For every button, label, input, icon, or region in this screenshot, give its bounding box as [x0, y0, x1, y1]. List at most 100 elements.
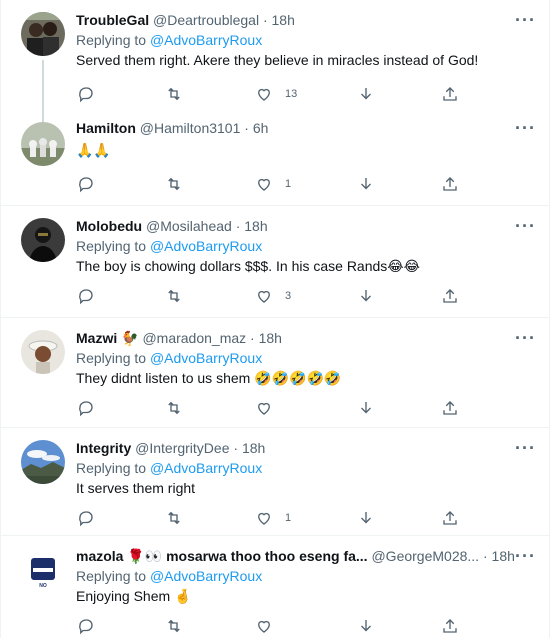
retweet-button[interactable] — [165, 286, 183, 306]
like-count: 3 — [285, 290, 292, 302]
download-button[interactable] — [357, 616, 375, 636]
avatar[interactable] — [21, 330, 65, 374]
display-name[interactable]: Hamilton — [76, 120, 136, 136]
separator-dot: · — [250, 330, 255, 346]
tweet[interactable]: NO mazola 🌹👀 mosarwa thoo thoo eseng fa.… — [1, 536, 549, 638]
reply-button[interactable] — [77, 286, 95, 306]
timestamp[interactable]: 18h — [492, 548, 515, 564]
display-name[interactable]: Mazwi — [76, 330, 117, 346]
separator-dot: · — [262, 12, 268, 28]
reply-icon — [79, 401, 93, 417]
more-options-icon[interactable]: ··· — [515, 119, 535, 142]
retweet-button[interactable] — [165, 174, 183, 194]
avatar[interactable]: NO — [21, 548, 65, 592]
timestamp[interactable]: 6h — [253, 120, 269, 136]
mention-link[interactable]: @AdvoBarryRoux — [150, 238, 262, 254]
share-icon — [443, 177, 457, 191]
tweet[interactable]: Integrity @IntergrityDee · 18h Replying … — [1, 428, 549, 536]
like-button[interactable]: 1 — [255, 174, 291, 194]
more-options-icon[interactable]: ··· — [515, 547, 535, 570]
mention-link[interactable]: @AdvoBarryRoux — [150, 32, 262, 48]
replying-to: Replying to @AdvoBarryRoux — [76, 30, 533, 50]
tweet-text: The boy is chowing dollars $$$. In his c… — [76, 258, 420, 274]
share-button[interactable] — [441, 84, 459, 104]
like-button[interactable]: 1 — [255, 508, 291, 528]
share-button[interactable] — [441, 616, 459, 636]
share-button[interactable] — [441, 508, 459, 528]
display-name[interactable]: Molobedu — [76, 218, 142, 234]
tweet[interactable]: Molobedu @Mosilahead · 18h Replying to @… — [1, 206, 549, 318]
download-arrow-icon — [361, 512, 371, 524]
timestamp[interactable]: 18h — [272, 12, 295, 28]
avatar[interactable] — [21, 122, 65, 166]
download-arrow-icon — [361, 290, 371, 302]
tweet[interactable]: TroubleGal @Deartroublegal · 18h Replyin… — [1, 0, 549, 124]
share-icon — [443, 401, 457, 415]
separator-dot: · — [244, 120, 249, 136]
download-arrow-icon — [361, 402, 371, 414]
reply-icon — [79, 619, 93, 635]
download-button[interactable] — [357, 174, 375, 194]
reply-button[interactable] — [77, 84, 95, 104]
tweet-text: 🙏🙏 — [76, 142, 111, 158]
user-handle[interactable]: @Mosilahead — [146, 218, 232, 234]
avatar[interactable] — [21, 218, 65, 262]
heart-icon — [258, 88, 270, 101]
reply-button[interactable] — [77, 508, 95, 528]
like-button[interactable]: 13 — [255, 84, 297, 104]
retweet-icon — [168, 619, 180, 633]
display-name[interactable]: mazola 🌹👀 mosarwa thoo thoo eseng fa... — [76, 548, 368, 564]
download-button[interactable] — [357, 398, 375, 418]
reply-button[interactable] — [77, 398, 95, 418]
like-count: 1 — [285, 512, 292, 524]
mention-link[interactable]: @AdvoBarryRoux — [150, 350, 262, 366]
rooster-emoji: 🐓 — [121, 330, 139, 346]
user-handle[interactable]: @Deartroublegal — [153, 12, 259, 28]
tweet[interactable]: Mazwi 🐓 @maradon_maz · 18h Replying to @… — [1, 318, 549, 428]
reply-icon — [79, 289, 93, 305]
more-options-icon[interactable]: ··· — [515, 11, 535, 34]
more-options-icon[interactable]: ··· — [515, 439, 535, 462]
timestamp[interactable]: 18h — [242, 440, 265, 456]
tweet-text: It serves them right — [76, 480, 196, 496]
download-button[interactable] — [357, 508, 375, 528]
retweet-button[interactable] — [165, 508, 183, 528]
retweet-button[interactable] — [165, 616, 183, 636]
more-options-icon[interactable]: ··· — [515, 217, 535, 240]
display-name[interactable]: Integrity — [76, 440, 131, 456]
user-handle[interactable]: @GeorgeM028... — [371, 548, 479, 564]
separator-dot: · — [233, 440, 239, 456]
user-handle[interactable]: @maradon_maz — [142, 330, 246, 346]
replying-to: Replying to @AdvoBarryRoux — [76, 566, 533, 586]
replying-to-label: Replying to — [76, 568, 147, 584]
separator-dot: · — [235, 218, 241, 234]
display-name[interactable]: TroubleGal — [76, 12, 149, 28]
tweet[interactable]: Hamilton @Hamilton3101 · 6h 🙏🙏 ··· 1 — [1, 114, 549, 206]
share-icon — [443, 511, 457, 525]
share-button[interactable] — [441, 398, 459, 418]
tweet-text: Enjoying Shem 🤞 — [76, 588, 192, 604]
share-button[interactable] — [441, 286, 459, 306]
more-options-icon[interactable]: ··· — [515, 329, 535, 352]
heart-icon — [258, 290, 270, 303]
retweet-icon — [168, 87, 180, 101]
share-button[interactable] — [441, 174, 459, 194]
avatar[interactable] — [21, 12, 65, 56]
mention-link[interactable]: @AdvoBarryRoux — [150, 460, 262, 476]
avatar[interactable] — [21, 440, 65, 484]
user-handle[interactable]: @IntergrityDee — [135, 440, 229, 456]
timestamp[interactable]: 18h — [244, 218, 267, 234]
like-button[interactable] — [255, 616, 285, 636]
reply-button[interactable] — [77, 616, 95, 636]
download-button[interactable] — [357, 286, 375, 306]
separator-dot: · — [482, 548, 488, 564]
retweet-button[interactable] — [165, 84, 183, 104]
like-button[interactable] — [255, 398, 285, 418]
retweet-button[interactable] — [165, 398, 183, 418]
reply-button[interactable] — [77, 174, 95, 194]
timestamp[interactable]: 18h — [259, 330, 282, 346]
like-button[interactable]: 3 — [255, 286, 291, 306]
download-button[interactable] — [357, 84, 375, 104]
mention-link[interactable]: @AdvoBarryRoux — [150, 568, 262, 584]
user-handle[interactable]: @Hamilton3101 — [140, 120, 241, 136]
